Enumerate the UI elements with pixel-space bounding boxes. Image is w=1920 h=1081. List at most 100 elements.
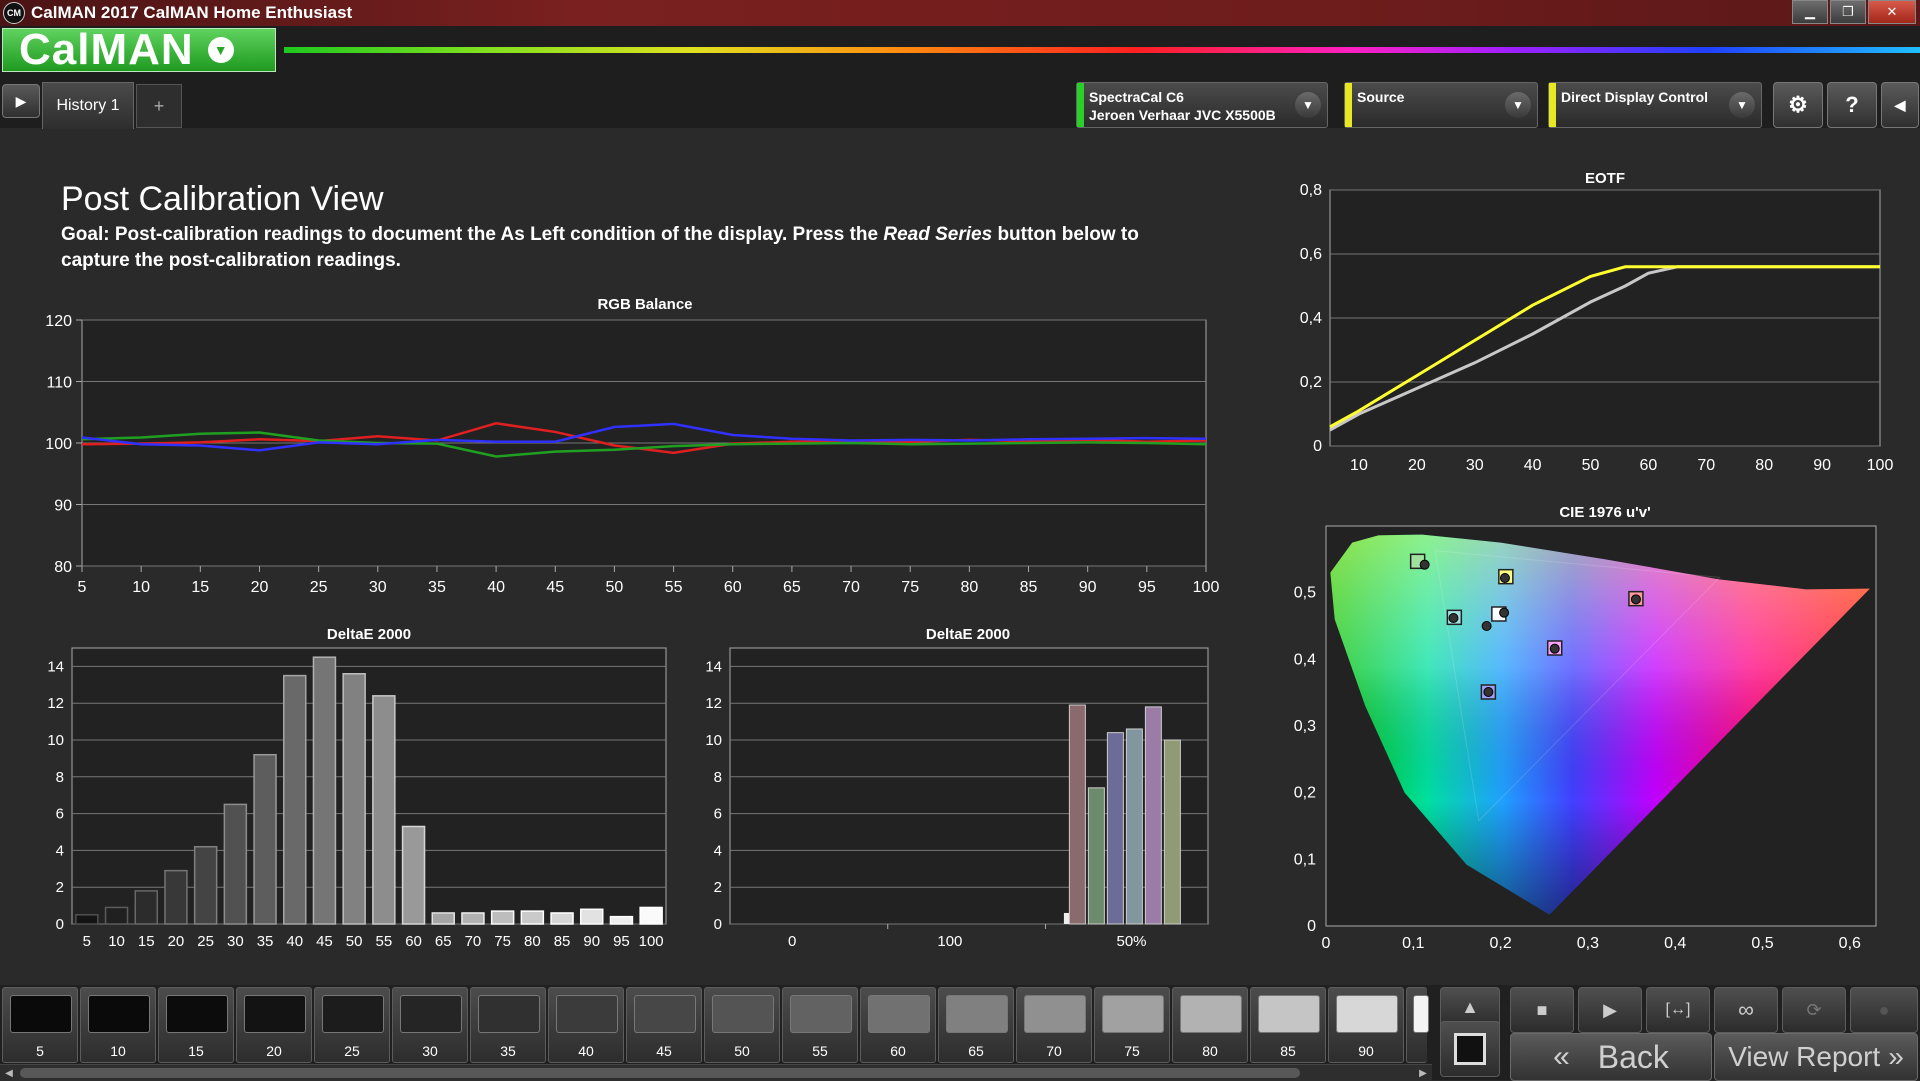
swatch-35[interactable]: 35 [470, 987, 546, 1063]
x-tick-label: 25 [197, 933, 214, 950]
swatch-partial[interactable] [1406, 987, 1429, 1063]
x-tick-label: 50 [346, 933, 363, 950]
refresh-button[interactable]: ⟳ [1782, 987, 1846, 1033]
swatch-25[interactable]: 25 [314, 987, 390, 1063]
tab-history-1[interactable]: History 1 [42, 82, 134, 129]
y-tick-label: 6 [714, 806, 722, 823]
swatch-65[interactable]: 65 [938, 987, 1014, 1063]
swatch-30[interactable]: 30 [392, 987, 468, 1063]
settings-button[interactable]: ⚙ [1773, 82, 1823, 128]
swatch-label: 40 [578, 1043, 594, 1059]
source-dropdown[interactable]: Source ▼ [1344, 82, 1538, 128]
x-tick-label: 75 [494, 933, 511, 950]
stop-icon: ■ [1536, 999, 1548, 1020]
swatch-label: 85 [1280, 1043, 1296, 1059]
swatch-60[interactable]: 60 [860, 987, 936, 1063]
x-tick-label: 90 [583, 933, 600, 950]
swatch-40[interactable]: 40 [548, 987, 624, 1063]
swatch-85[interactable]: 85 [1250, 987, 1326, 1063]
swatch-45[interactable]: 45 [626, 987, 702, 1063]
measured-point [1481, 621, 1492, 631]
calman-menu-button[interactable]: CalMAN ▼ [2, 25, 276, 74]
y-tick-label: 14 [47, 658, 64, 675]
add-tab-button[interactable]: + [136, 84, 182, 128]
swatch-70[interactable]: 70 [1016, 987, 1092, 1063]
swatch-50[interactable]: 50 [704, 987, 780, 1063]
swatch-80[interactable]: 80 [1172, 987, 1248, 1063]
scroll-left-icon[interactable]: ◀ [2, 1065, 16, 1081]
bar [431, 912, 455, 925]
scroll-right-icon[interactable]: ▶ [1416, 1065, 1430, 1081]
y-tick-label: 8 [56, 769, 64, 786]
record-button[interactable]: ● [1850, 987, 1918, 1033]
x-tick-label: 95 [613, 933, 630, 950]
x-tick-label: 10 [108, 933, 125, 950]
x-tick-label: 85 [1020, 579, 1038, 596]
maximize-button[interactable]: ❐ [1830, 0, 1866, 24]
bracket-range-icon: [↔] [1665, 1001, 1691, 1018]
bar [1087, 787, 1105, 925]
close-button[interactable]: ✕ [1868, 0, 1916, 24]
swatch-55[interactable]: 55 [782, 987, 858, 1063]
x-tick-label: 0,3 [1577, 935, 1599, 952]
swatch-label: 15 [188, 1043, 204, 1059]
view-report-button[interactable]: View Report » [1714, 1033, 1918, 1081]
x-tick-label: 85 [554, 933, 571, 950]
x-tick-label: 35 [428, 579, 446, 596]
swatch-15[interactable]: 15 [158, 987, 234, 1063]
bar [639, 906, 663, 925]
deltae-grayscale-chart: 0 2 4 6 8 10 12 14 5 10 15 20 25 30 35 40 45 50 55 60 65 70 75… [47, 647, 667, 950]
x-tick-label: 5 [78, 579, 87, 596]
y-tick-label: 2 [714, 879, 722, 896]
swatch-90[interactable]: 90 [1328, 987, 1404, 1063]
x-tick-label: 10 [1350, 457, 1368, 474]
x-tick-label: 70 [1697, 457, 1715, 474]
swatch-color-chip [868, 995, 930, 1033]
stop-button[interactable]: ■ [1510, 987, 1574, 1033]
y-tick-label: 0,4 [1294, 651, 1316, 668]
swatch-label: 55 [812, 1043, 828, 1059]
bar [1106, 732, 1124, 925]
y-tick-label: 100 [45, 436, 72, 453]
swatch-5[interactable]: 5 [2, 987, 78, 1063]
swatch-color-chip [166, 995, 228, 1033]
swatch-scrollbar[interactable]: ◀ ▶ [0, 1064, 1432, 1081]
x-tick-label: 90 [1813, 457, 1831, 474]
x-tick-label: 20 [168, 933, 185, 950]
swatch-color-chip [1024, 995, 1086, 1033]
read-continuous-button[interactable]: ∞ [1714, 987, 1778, 1033]
y-tick-label: 0,4 [1300, 310, 1322, 327]
stop-read-button[interactable] [1440, 1021, 1500, 1077]
read-range-button[interactable]: [↔] [1646, 987, 1710, 1033]
swatch-20[interactable]: 20 [236, 987, 312, 1063]
collapse-panel-button[interactable]: ◀ [1881, 82, 1919, 128]
expand-workflow-button[interactable]: ▶ [2, 84, 40, 118]
cie-chart: 0 0,1 0,2 0,3 0,4 0,5 0 0,1 0,2 0,3 0,4 0,5 0,6 [1294, 525, 1877, 952]
measured-point [1499, 607, 1510, 618]
chevron-down-icon: ▼ [1505, 92, 1531, 118]
help-button[interactable]: ? [1827, 82, 1877, 128]
chevron-down-icon: ▼ [207, 37, 234, 63]
scroll-thumb[interactable] [20, 1068, 1300, 1078]
y-tick-label: 0,2 [1300, 374, 1322, 391]
minimize-button[interactable]: ▁ [1792, 0, 1828, 24]
x-tick-label: 45 [546, 579, 564, 596]
y-tick-label: 4 [714, 842, 722, 859]
y-tick-label: 80 [54, 559, 72, 576]
calman-app-icon: CM [3, 2, 25, 24]
swatch-color-chip [88, 995, 150, 1033]
swatch-75[interactable]: 75 [1094, 987, 1170, 1063]
play-icon: ▶ [1603, 999, 1617, 1020]
read-series-button[interactable]: ▶ [1578, 987, 1642, 1033]
x-tick-label: 0 [1322, 935, 1331, 952]
meter-dropdown[interactable]: SpectraCal C6 Jeroen Verhaar JVC X5500B … [1076, 82, 1328, 128]
y-tick-label: 12 [47, 695, 64, 712]
swatch-10[interactable]: 10 [80, 987, 156, 1063]
y-tick-label: 0,6 [1300, 246, 1322, 263]
swatch-color-chip [712, 995, 774, 1033]
display-control-dropdown[interactable]: Direct Display Control ▼ [1548, 82, 1762, 128]
x-tick-label: 0 [788, 933, 796, 950]
back-button[interactable]: « Back [1510, 1033, 1712, 1081]
swatch-label: 25 [344, 1043, 360, 1059]
y-tick-label: 2 [56, 879, 64, 896]
